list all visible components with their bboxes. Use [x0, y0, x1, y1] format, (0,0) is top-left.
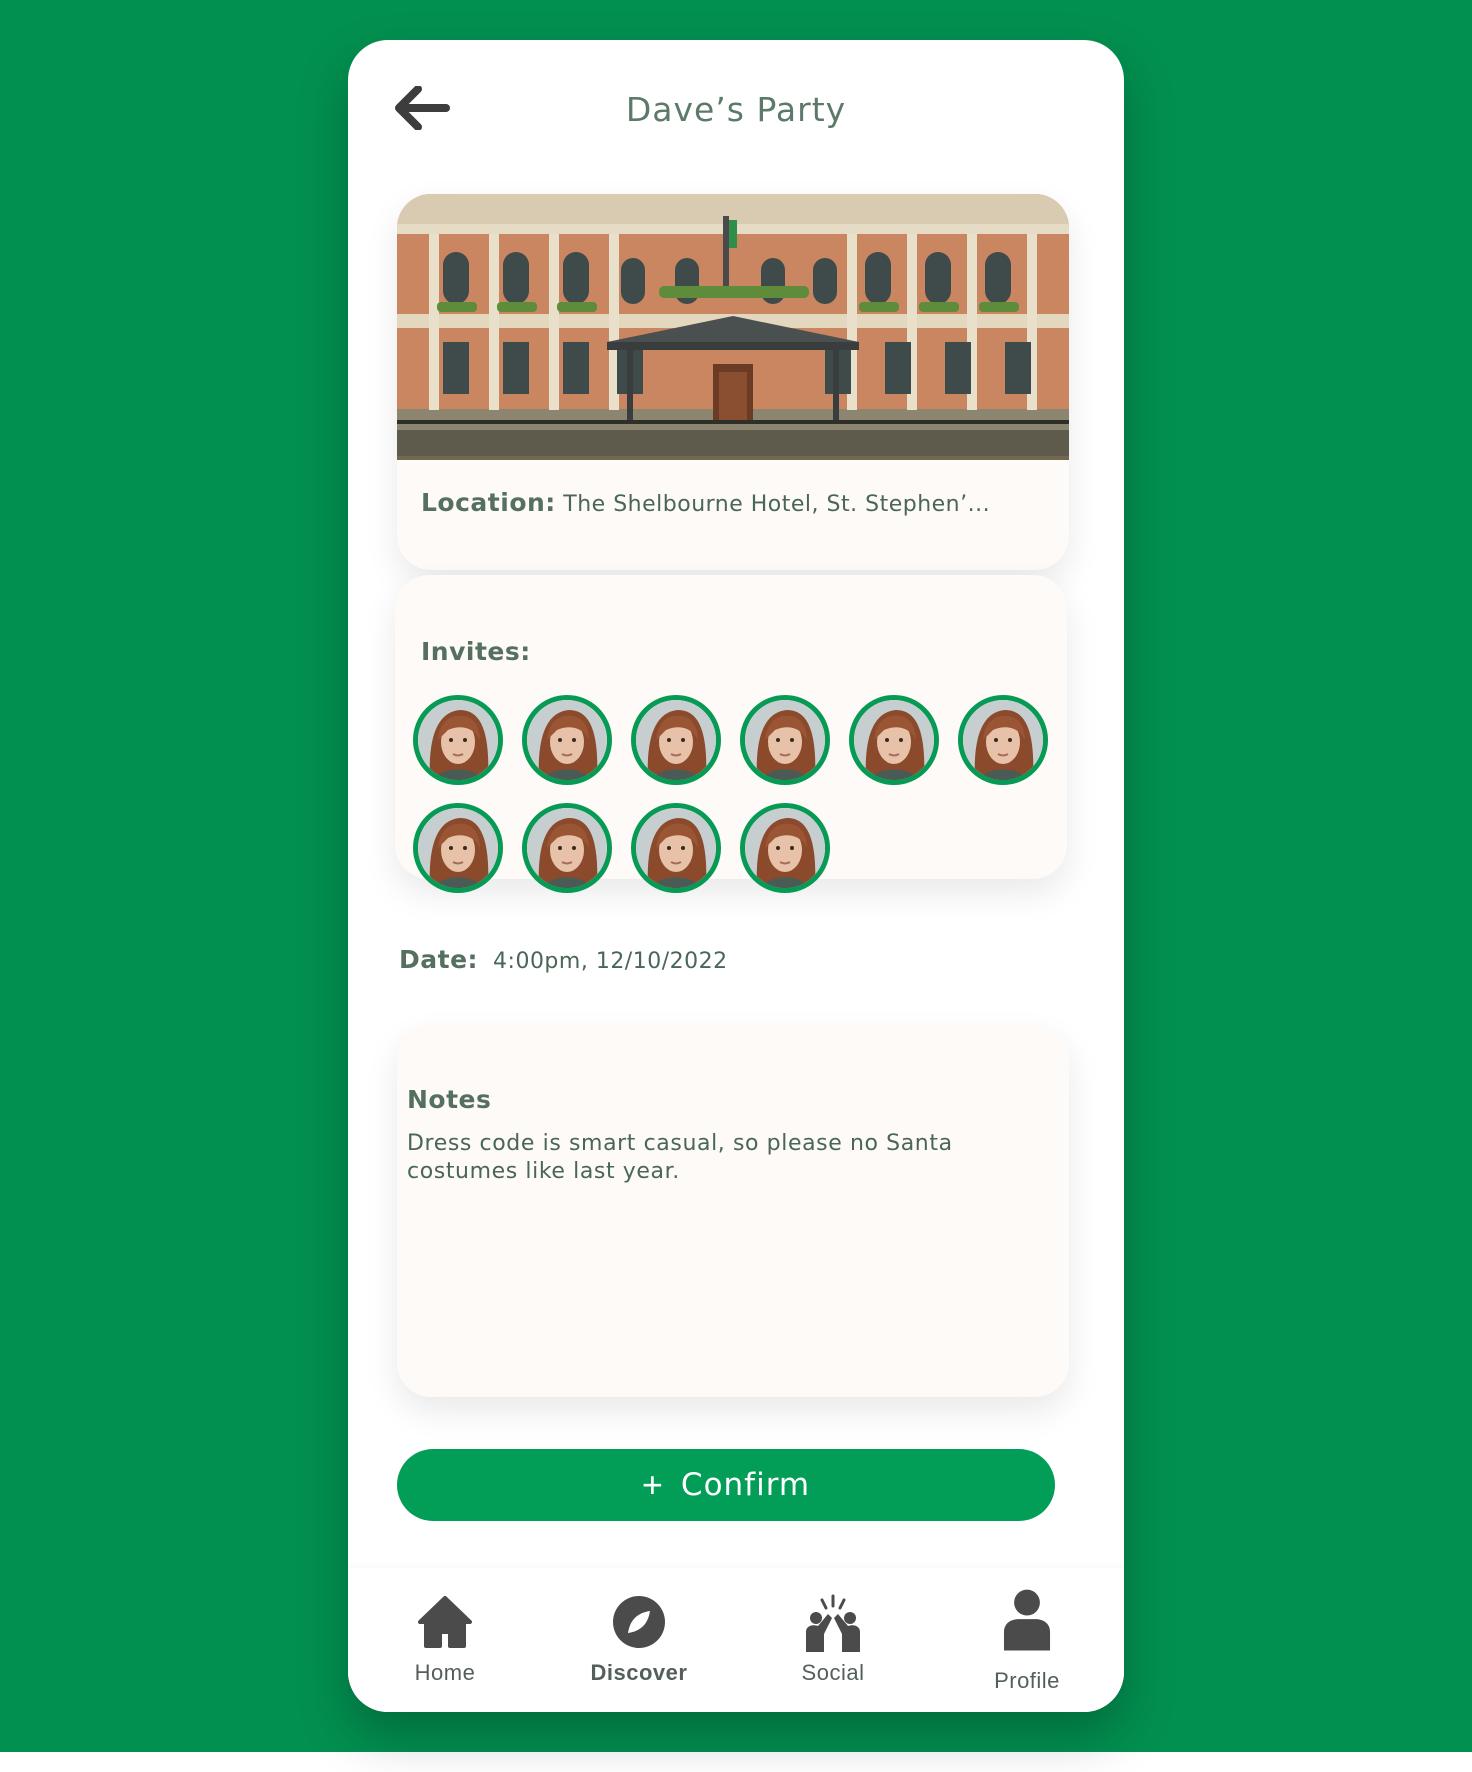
date-label: Date:: [399, 945, 479, 974]
notes-text: Dress code is smart casual, so please no…: [407, 1131, 953, 1184]
plus-icon: +: [641, 1464, 663, 1505]
invitee-avatar[interactable]: [740, 695, 830, 785]
invitee-avatar[interactable]: [413, 803, 503, 893]
location-label: Location:: [421, 488, 556, 517]
home-icon: [418, 1596, 472, 1648]
location-value: The Shelbourne Hotel, St. Stephen’...: [563, 492, 991, 517]
nav-item-home[interactable]: Home: [348, 1568, 542, 1712]
notes-title: Notes: [407, 1085, 492, 1114]
invitee-avatar[interactable]: [740, 803, 830, 893]
confirm-button[interactable]: + Confirm: [397, 1449, 1055, 1521]
social-icon: [806, 1594, 860, 1652]
compass-icon: [613, 1596, 665, 1648]
location-line: Location: The Shelbourne Hotel, St. Step…: [421, 488, 990, 517]
location-card[interactable]: Location: The Shelbourne Hotel, St. Step…: [397, 194, 1069, 570]
date-line: Date: 4:00pm, 12/10/2022: [399, 945, 728, 974]
confirm-label: Confirm: [680, 1467, 811, 1503]
page-title: Dave’s Party: [625, 90, 847, 129]
nav-item-discover[interactable]: Discover: [542, 1568, 736, 1712]
nav-label-discover: Discover: [590, 1660, 688, 1685]
nav-label-social: Social: [801, 1660, 865, 1685]
invitee-avatar[interactable]: [631, 803, 721, 893]
nav-item-profile[interactable]: Profile: [930, 1568, 1124, 1712]
app-screen: Dave’s Party Location: The Shelbourne Ho…: [348, 40, 1124, 1712]
invitee-avatar[interactable]: [413, 695, 503, 785]
person-icon: [1003, 1589, 1051, 1651]
invitee-avatar[interactable]: [958, 695, 1048, 785]
hotel-photo: [397, 194, 1069, 460]
invitee-avatar[interactable]: [849, 695, 939, 785]
nav-item-social[interactable]: Social: [736, 1568, 930, 1712]
invitee-avatar[interactable]: [522, 695, 612, 785]
invitee-avatar[interactable]: [631, 695, 721, 785]
date-value: 4:00pm, 12/10/2022: [493, 949, 728, 974]
notes-card[interactable]: Notes Dress code is smart casual, so ple…: [397, 1025, 1069, 1397]
nav-label-home: Home: [414, 1660, 476, 1685]
invitee-avatar[interactable]: [522, 803, 612, 893]
invites-card: Invites:: [395, 575, 1067, 893]
bottom-nav: Home Discover Social Profile: [348, 1568, 1124, 1712]
background-strip: [0, 1752, 1472, 1772]
invites-label: Invites:: [421, 637, 531, 666]
nav-label-profile: Profile: [994, 1668, 1060, 1693]
